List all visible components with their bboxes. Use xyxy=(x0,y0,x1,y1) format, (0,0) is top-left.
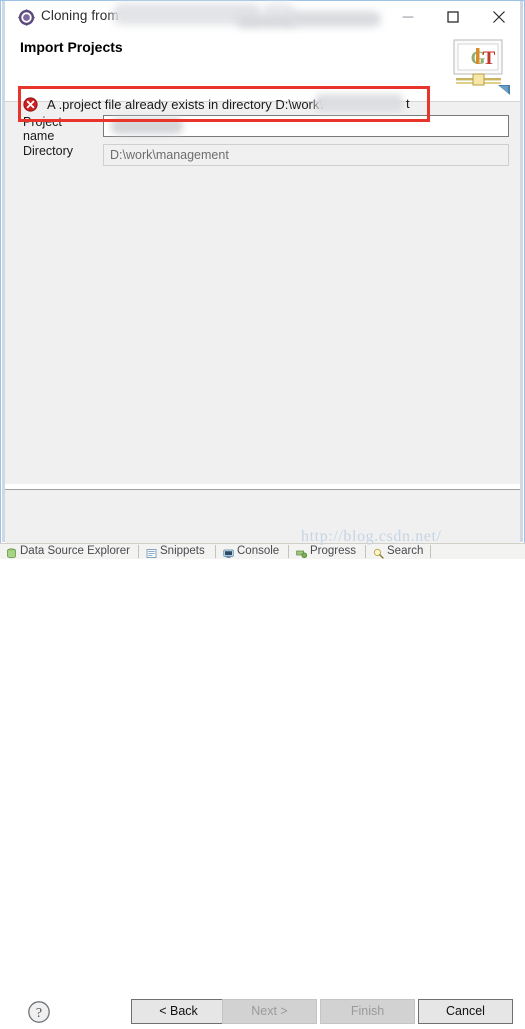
next-button: Next > xyxy=(222,999,317,1024)
redaction-smudge xyxy=(113,3,261,25)
snippets-icon xyxy=(146,546,157,558)
redaction-smudge xyxy=(237,15,297,28)
tab-separator xyxy=(138,545,139,558)
cancel-button[interactable]: Cancel xyxy=(418,999,513,1024)
dialog-window: Cloning from Import Projects T A .projec… xyxy=(0,0,525,1024)
tab-progress[interactable]: Progress xyxy=(310,544,356,559)
tab-separator xyxy=(215,545,216,558)
redaction-smudge xyxy=(261,3,295,23)
workbench-view-tabs: Data Source Explorer Snippets Console Pr… xyxy=(0,543,525,559)
maximize-button[interactable] xyxy=(430,1,475,32)
directory-label: Directory xyxy=(23,144,74,158)
tab-console[interactable]: Console xyxy=(237,544,279,559)
dialog-window-inner: Cloning from Import Projects T A .projec… xyxy=(2,1,523,1024)
svg-text:T: T xyxy=(483,48,496,69)
progress-icon xyxy=(296,546,308,559)
redaction-smudge xyxy=(289,11,381,27)
console-icon xyxy=(223,546,234,558)
minimize-icon xyxy=(402,16,413,18)
maximize-icon xyxy=(446,10,459,23)
help-button[interactable]: ? xyxy=(27,1000,51,1024)
search-icon xyxy=(373,546,384,559)
dialog-button-bar: ? < Back Next > Finish Cancel xyxy=(5,490,520,1024)
close-icon xyxy=(492,10,505,23)
title-bar[interactable]: Cloning from xyxy=(5,1,520,34)
back-button[interactable]: < Back xyxy=(131,999,226,1024)
help-icon: ? xyxy=(28,1001,50,1023)
tab-separator xyxy=(430,545,431,558)
annotation-highlight-box xyxy=(18,86,430,122)
wizard-header: Import Projects G T xyxy=(5,34,520,122)
wizard-body: Project name Directory D:\work\managemen… xyxy=(5,102,520,484)
directory-value: D:\work\management xyxy=(103,144,509,166)
git-banner-icon: G T xyxy=(446,37,512,97)
tab-data-source-explorer[interactable]: Data Source Explorer xyxy=(20,544,130,559)
svg-text:?: ? xyxy=(36,1006,42,1021)
close-button[interactable] xyxy=(476,1,521,32)
tab-search[interactable]: Search xyxy=(387,544,423,559)
tab-separator xyxy=(365,545,366,558)
minimize-button[interactable] xyxy=(385,1,430,32)
tab-separator xyxy=(288,545,289,558)
eclipse-wizard-icon xyxy=(18,9,35,26)
page-title: Import Projects xyxy=(20,39,123,55)
tab-snippets[interactable]: Snippets xyxy=(160,544,205,559)
window-title: Cloning from xyxy=(41,8,119,23)
database-icon xyxy=(6,546,17,559)
finish-button: Finish xyxy=(320,999,415,1024)
